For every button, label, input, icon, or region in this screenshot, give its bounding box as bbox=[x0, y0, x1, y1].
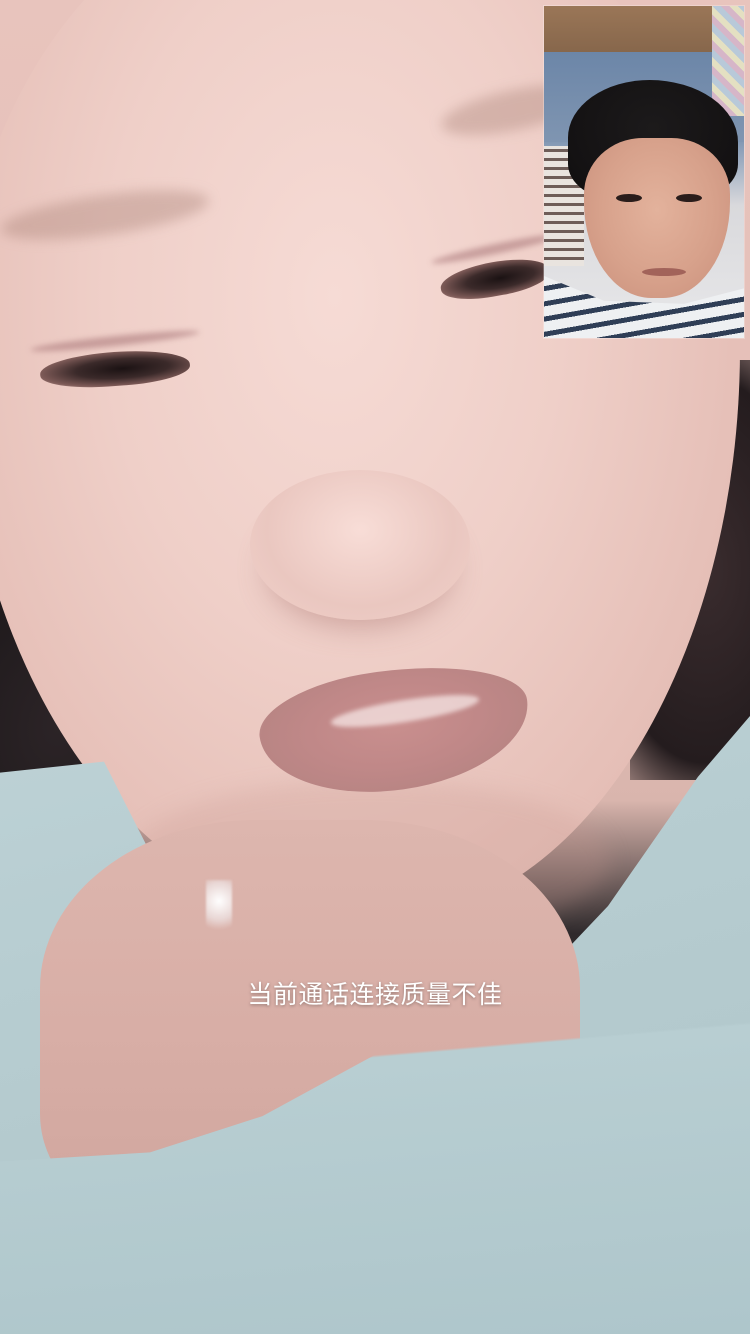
remote-necklace bbox=[206, 880, 232, 940]
video-call-screen: 当前通话连接质量不佳 bbox=[0, 0, 750, 1334]
preview-toy bbox=[712, 6, 744, 116]
preview-eye-left bbox=[616, 194, 642, 202]
call-quality-status-message: 当前通话连接质量不佳 bbox=[247, 980, 503, 1009]
preview-mouth bbox=[642, 268, 686, 276]
self-video-preview[interactable] bbox=[544, 6, 744, 338]
preview-eye-right bbox=[676, 194, 702, 202]
remote-nose bbox=[250, 470, 470, 620]
